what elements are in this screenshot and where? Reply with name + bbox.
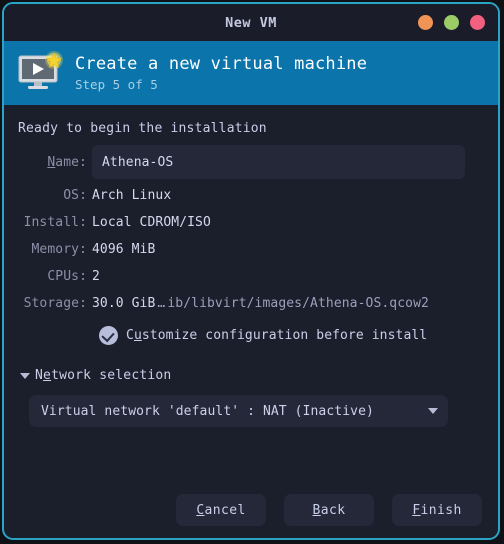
back-button[interactable]: Back xyxy=(284,494,374,526)
cancel-button[interactable]: Cancel xyxy=(176,494,266,526)
minimize-button-icon[interactable] xyxy=(418,15,433,30)
table-row: Install: Local CDROM/ISO xyxy=(4,209,498,236)
chevron-down-icon xyxy=(20,372,30,379)
chevron-down-icon xyxy=(428,408,438,414)
storage-value: 30.0 GiB… ib/libvirt/images/Athena-OS.qco… xyxy=(92,296,429,311)
network-select[interactable]: Virtual network 'default' : NAT (Inactiv… xyxy=(29,395,448,427)
customize-config-label: Customize configuration before install xyxy=(126,327,428,343)
cpus-value: 2 xyxy=(92,269,100,284)
ready-text: Ready to begin the installation xyxy=(18,121,267,136)
network-selection-label: Network selection xyxy=(35,368,172,383)
table-row: Memory: 4096 MiB xyxy=(4,236,498,263)
close-button-icon[interactable] xyxy=(470,15,485,30)
table-row: CPUs: 2 xyxy=(4,263,498,290)
titlebar: New VM xyxy=(4,4,498,41)
window-controls xyxy=(418,4,485,41)
wizard-title: Create a new virtual machine xyxy=(75,53,368,74)
cpus-label: CPUs: xyxy=(47,269,87,284)
network-selection-expander[interactable]: Network selection xyxy=(20,368,171,383)
table-row: Storage: 30.0 GiB… ib/libvirt/images/Athe… xyxy=(4,290,498,317)
name-label: Name: xyxy=(47,154,87,170)
memory-label: Memory: xyxy=(31,242,87,257)
wizard-header: Create a new virtual machine Step 5 of 5 xyxy=(4,41,498,105)
memory-value: 4096 MiB xyxy=(92,242,156,257)
install-label: Install: xyxy=(23,215,87,230)
virtual-machine-new-icon xyxy=(17,51,65,95)
network-select-value: Virtual network 'default' : NAT (Inactiv… xyxy=(41,403,374,419)
name-input[interactable] xyxy=(92,145,465,179)
os-label: OS: xyxy=(63,188,87,203)
storage-path: ib/libvirt/images/Athena-OS.qcow2 xyxy=(167,296,429,311)
storage-size: 30.0 GiB xyxy=(92,296,156,311)
storage-ellipsis: … xyxy=(157,296,166,311)
wizard-content: Ready to begin the installation Name: OS… xyxy=(4,105,498,538)
name-row: Name: xyxy=(4,143,498,181)
wizard-step: Step 5 of 5 xyxy=(75,76,158,92)
dialog-buttons: Cancel Back Finish xyxy=(176,494,482,526)
wizard-header-text: Create a new virtual machine Step 5 of 5 xyxy=(75,54,367,93)
checkbox-checked-icon[interactable] xyxy=(99,325,118,345)
window-title: New VM xyxy=(225,14,277,31)
os-value: Arch Linux xyxy=(92,188,172,203)
install-value: Local CDROM/ISO xyxy=(92,215,211,230)
summary-list: Name: OS: Arch Linux Install: Local CDRO… xyxy=(4,143,498,349)
new-vm-window: New VM Create a new virtual machine Step… xyxy=(2,2,500,540)
maximize-button-icon[interactable] xyxy=(444,15,459,30)
finish-button[interactable]: Finish xyxy=(392,494,482,526)
customize-config-checkbox-row[interactable]: Customize configuration before install xyxy=(4,321,498,349)
storage-label: Storage: xyxy=(23,296,87,311)
table-row: OS: Arch Linux xyxy=(4,182,498,209)
